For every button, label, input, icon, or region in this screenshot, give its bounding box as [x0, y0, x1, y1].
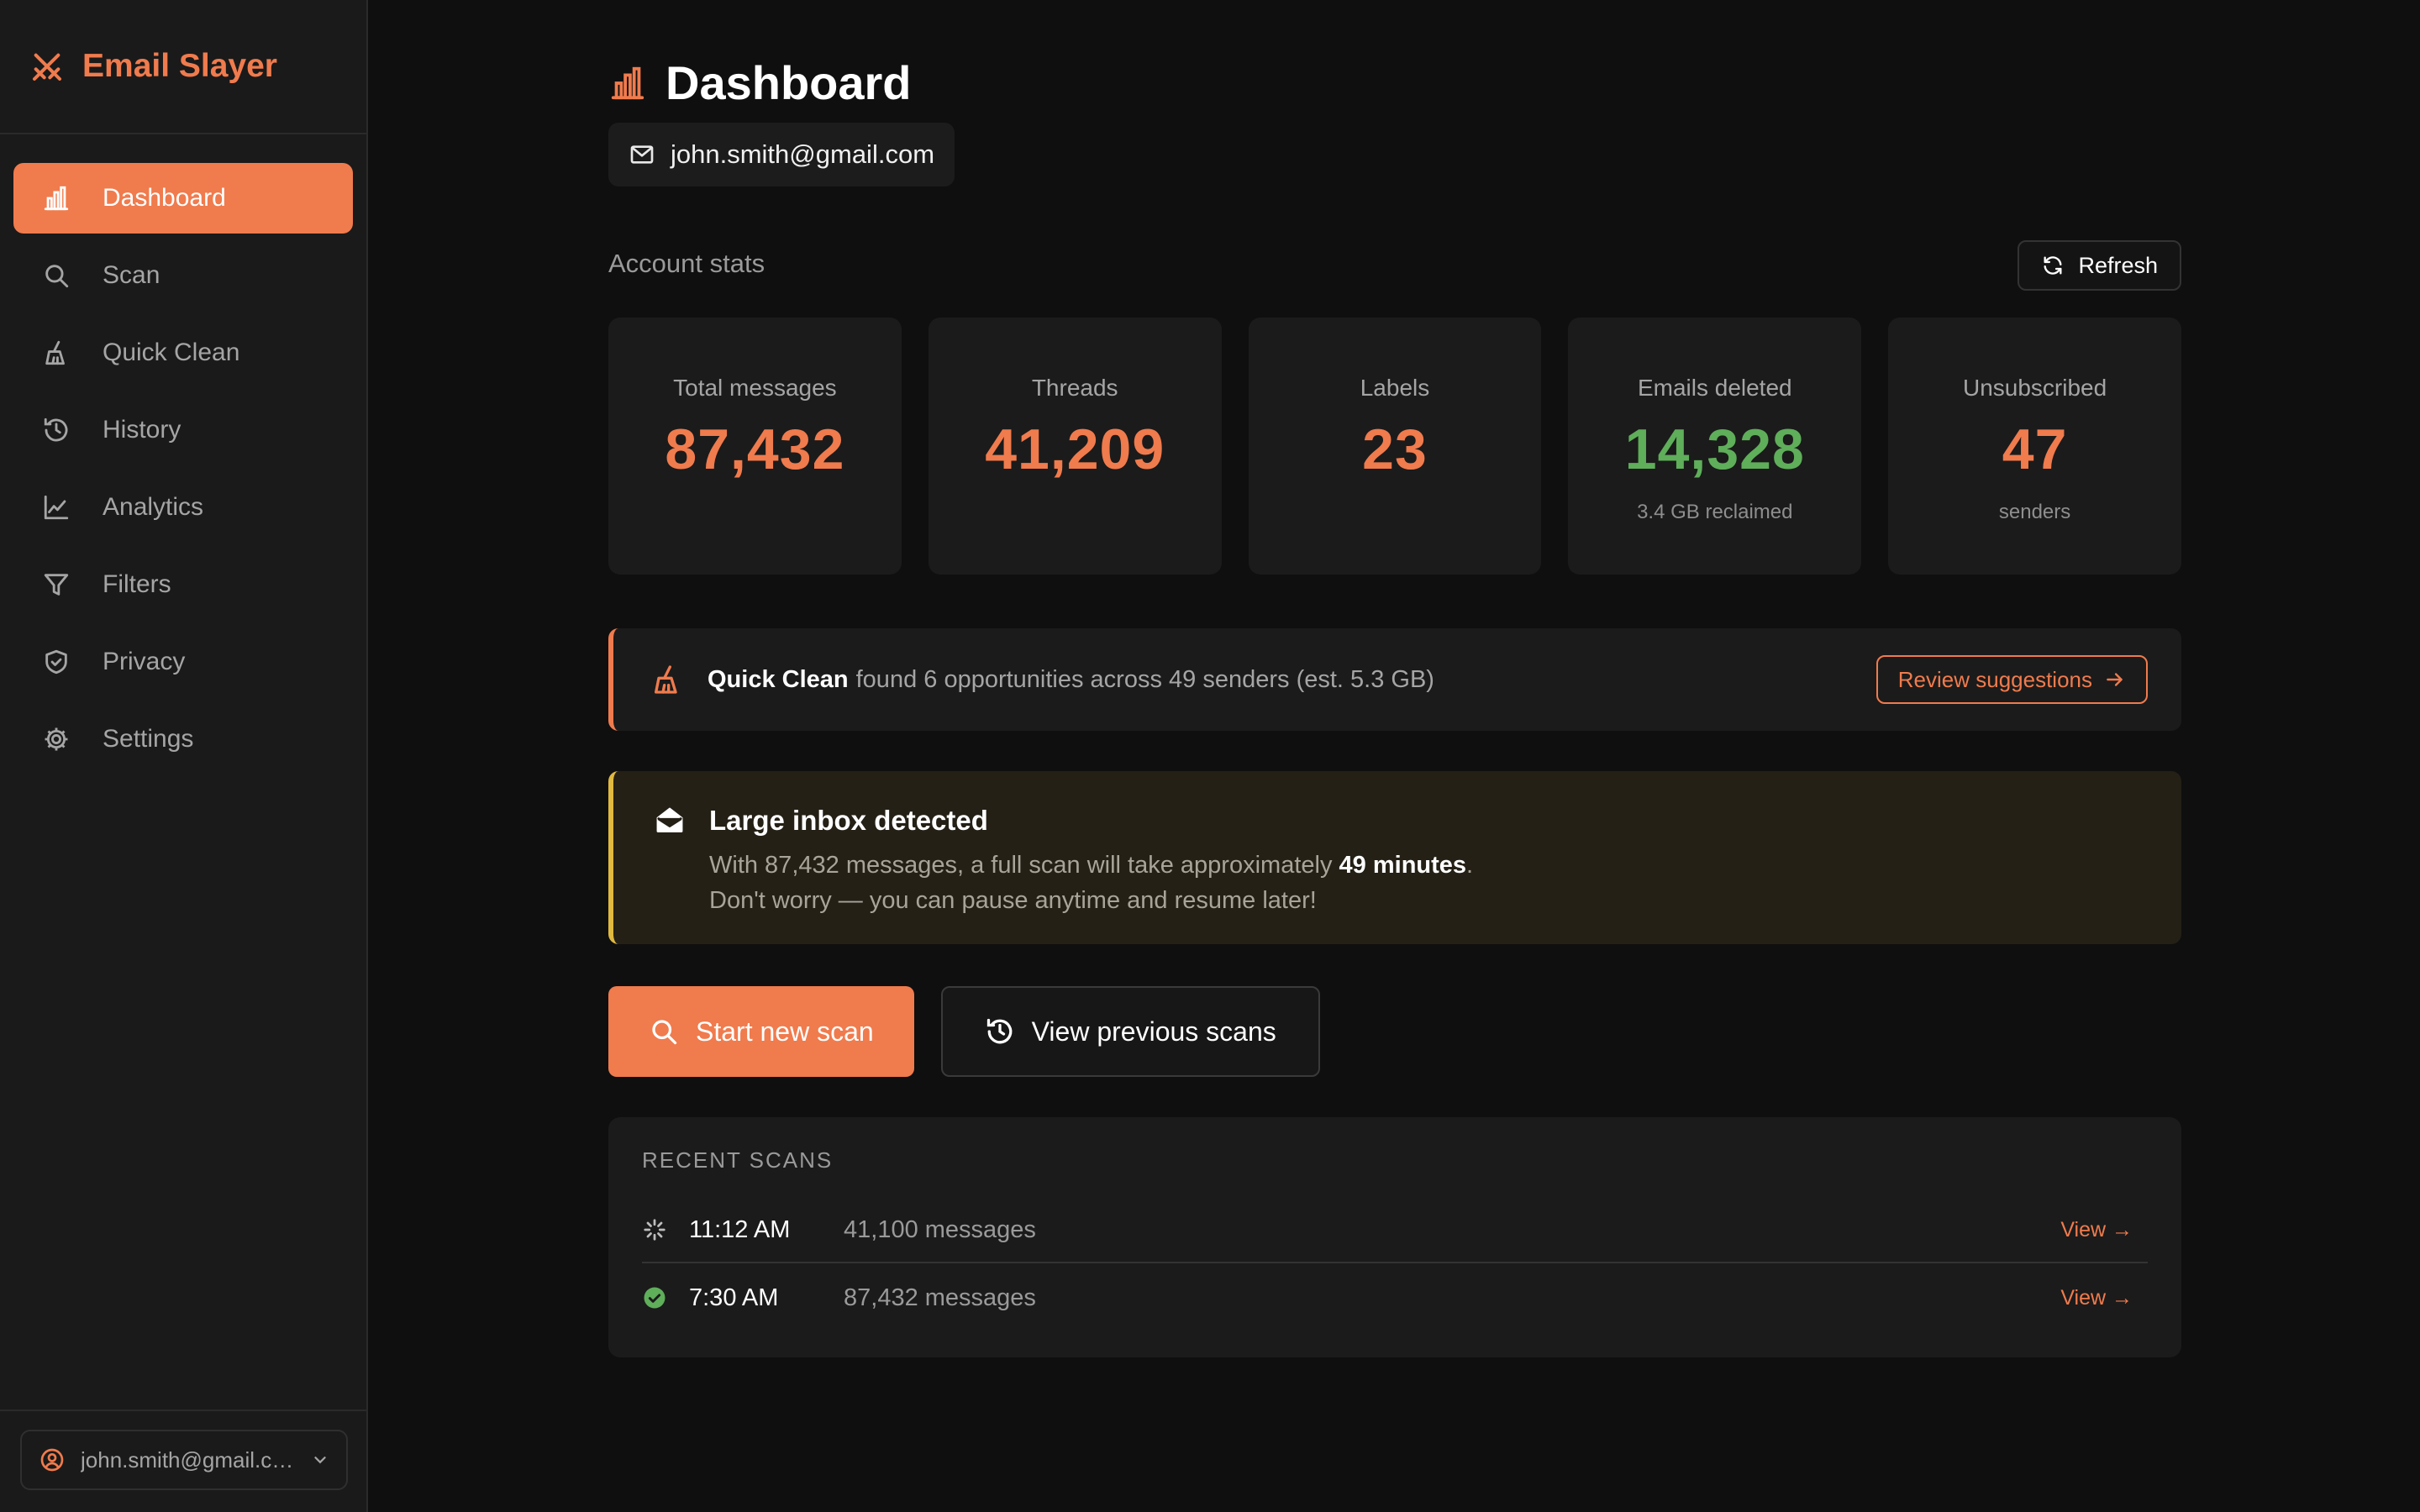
account-email-chip: john.smith@gmail.com: [608, 123, 955, 186]
start-new-scan-button[interactable]: Start new scan: [608, 986, 914, 1077]
review-suggestions-label: Review suggestions: [1897, 666, 2092, 692]
search-icon: [649, 1016, 679, 1047]
sidebar-item-label: Analytics: [103, 493, 204, 521]
scan-message-count: 87,432 messages: [844, 1284, 1036, 1311]
stat-card-emails-deleted: Emails deleted 14,328 3.4 GB reclaimed: [1568, 318, 1862, 575]
start-new-scan-label: Start new scan: [696, 1016, 874, 1047]
history-icon: [985, 1016, 1015, 1047]
sidebar-item-dashboard[interactable]: Dashboard: [13, 163, 353, 234]
sidebar-item-label: Privacy: [103, 648, 186, 675]
stat-value: 87,432: [665, 417, 845, 481]
scan-message-count: 41,100 messages: [844, 1215, 1036, 1243]
stat-label: Total messages: [673, 375, 837, 401]
stat-label: Labels: [1360, 375, 1430, 401]
spinner-icon: [642, 1217, 667, 1242]
warning-line-1: With 87,432 messages, a full scan will t…: [709, 852, 1473, 879]
quick-clean-title: Quick Clean: [708, 665, 849, 693]
stat-value: 47: [2002, 417, 2068, 481]
stat-card-unsubscribed: Unsubscribed 47 senders: [1888, 318, 2181, 575]
scan-actions: Start new scan View previous scans: [608, 986, 1320, 1077]
broom-icon: [42, 339, 71, 367]
refresh-icon: [2041, 254, 2065, 277]
quick-clean-banner: Quick Clean found 6 opportunities across…: [608, 628, 2181, 731]
sidebar-item-label: Filters: [103, 570, 171, 598]
sidebar-item-scan[interactable]: Scan: [13, 240, 353, 311]
warning-duration: 49 minutes: [1339, 852, 1467, 879]
stat-value: 23: [1362, 417, 1428, 481]
stat-value: 14,328: [1624, 417, 1805, 481]
stat-label: Threads: [1031, 375, 1118, 401]
sidebar-divider: [0, 1410, 368, 1411]
stat-card-total-messages: Total messages 87,432: [608, 318, 902, 575]
table-row[interactable]: 11:12 AM 41,100 messages View →: [642, 1198, 2148, 1263]
warning-text: With 87,432 messages, a full scan will t…: [709, 852, 1333, 879]
scan-time: 7:30 AM: [689, 1284, 779, 1311]
shield-icon: [42, 648, 71, 676]
stats-heading: Account stats: [608, 249, 765, 278]
arrow-right-icon: [2104, 669, 2126, 690]
account-email: john.smith@gmail.com: [81, 1446, 301, 1473]
review-suggestions-button[interactable]: Review suggestions: [1876, 655, 2148, 704]
stat-subtext: 3.4 GB reclaimed: [1637, 501, 1793, 523]
sidebar-item-label: Quick Clean: [103, 339, 240, 366]
broom-icon: [650, 663, 684, 696]
refresh-label: Refresh: [2078, 252, 2158, 278]
sidebar-item-analytics[interactable]: Analytics: [13, 472, 353, 543]
sidebar-item-filters[interactable]: Filters: [13, 549, 353, 620]
sidebar-item-privacy[interactable]: Privacy: [13, 627, 353, 697]
sidebar-item-label: Scan: [103, 261, 160, 289]
recent-scans-heading: RECENT SCANS: [642, 1147, 834, 1173]
stat-cards: Total messages 87,432 Threads 41,209 Lab…: [608, 318, 2181, 575]
scan-time: 11:12 AM: [689, 1215, 791, 1243]
view-previous-scans-label: View previous scans: [1031, 1016, 1276, 1047]
bar-chart-icon: [42, 184, 71, 213]
app-name: Email Slayer: [82, 48, 277, 84]
refresh-button[interactable]: Refresh: [2018, 240, 2181, 291]
sidebar-item-label: History: [103, 416, 182, 444]
large-inbox-warning: Large inbox detected With 87,432 message…: [608, 771, 2181, 944]
view-previous-scans-button[interactable]: View previous scans: [940, 986, 1320, 1077]
check-circle-icon: [642, 1285, 667, 1310]
gear-icon: [42, 725, 71, 753]
sidebar-item-label: Settings: [103, 725, 194, 753]
recent-scans-panel: RECENT SCANS 11:12 AM 41,100 messages Vi…: [608, 1117, 2181, 1357]
warning-title: Large inbox detected: [709, 805, 988, 836]
account-email-text: john.smith@gmail.com: [671, 139, 935, 169]
mail-icon: [629, 141, 655, 168]
warning-punctuation: .: [1466, 852, 1474, 879]
stat-label: Unsubscribed: [1962, 375, 2107, 401]
sidebar-nav: Dashboard Scan Quick Clean History Analy…: [0, 134, 366, 774]
sidebar-item-label: Dashboard: [103, 184, 226, 212]
page-title: Dashboard: [666, 56, 912, 109]
crossed-swords-icon: [30, 50, 64, 83]
filter-icon: [42, 570, 71, 599]
account-switcher[interactable]: john.smith@gmail.com: [20, 1430, 348, 1490]
chevron-down-icon: [311, 1451, 329, 1469]
user-circle-icon: [39, 1446, 66, 1473]
page-header: Dashboard: [608, 55, 912, 110]
stat-subtext: senders: [1998, 501, 2071, 523]
search-icon: [42, 261, 71, 290]
stat-label: Emails deleted: [1637, 375, 1792, 401]
stat-value: 41,209: [985, 417, 1165, 481]
warning-line-2: Don't worry — you can pause anytime and …: [709, 887, 1317, 914]
table-row[interactable]: 7:30 AM 87,432 messages View →: [642, 1265, 2148, 1331]
history-icon: [42, 416, 71, 444]
brand[interactable]: Email Slayer: [0, 0, 366, 134]
line-chart-icon: [42, 493, 71, 522]
sidebar-item-quick-clean[interactable]: Quick Clean: [13, 318, 353, 388]
sidebar-item-settings[interactable]: Settings: [13, 704, 353, 774]
sidebar: Email Slayer Dashboard Scan Quick Clean …: [0, 0, 368, 1512]
view-scan-link[interactable]: View →: [2060, 1218, 2133, 1242]
quick-clean-text: found 6 opportunities across 49 senders …: [855, 665, 1434, 693]
sidebar-item-history[interactable]: History: [13, 395, 353, 465]
stat-card-labels: Labels 23: [1248, 318, 1542, 575]
envelope-open-icon: [654, 805, 686, 837]
bar-chart-icon: [608, 64, 647, 102]
view-scan-link[interactable]: View →: [2060, 1286, 2133, 1310]
stat-card-threads: Threads 41,209: [928, 318, 1222, 575]
